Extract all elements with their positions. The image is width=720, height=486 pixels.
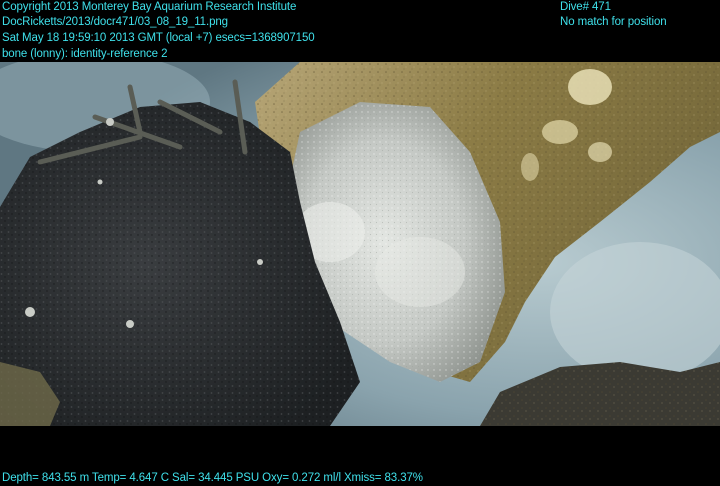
bone-pale-patch (521, 153, 539, 181)
subject-text: bone (lonny): identity-reference 2 (2, 48, 168, 60)
timestamp-text: Sat May 18 19:59:10 2013 GMT (local +7) … (2, 32, 315, 44)
bone-pale-patch (568, 69, 612, 105)
position-status-text: No match for position (560, 16, 667, 28)
seafloor-photo (0, 62, 720, 426)
bone-pale-patch (588, 142, 612, 162)
mat-fuzz (375, 237, 465, 307)
telemetry-text: Depth= 843.55 m Temp= 4.647 C Sal= 34.44… (2, 472, 423, 484)
bone-pale-patch (542, 120, 578, 144)
dive-number-text: Dive# 471 (560, 1, 611, 13)
file-path-text: DocRicketts/2013/docr471/03_08_19_11.png (2, 16, 228, 28)
copyright-text: Copyright 2013 Monterey Bay Aquarium Res… (2, 1, 297, 13)
